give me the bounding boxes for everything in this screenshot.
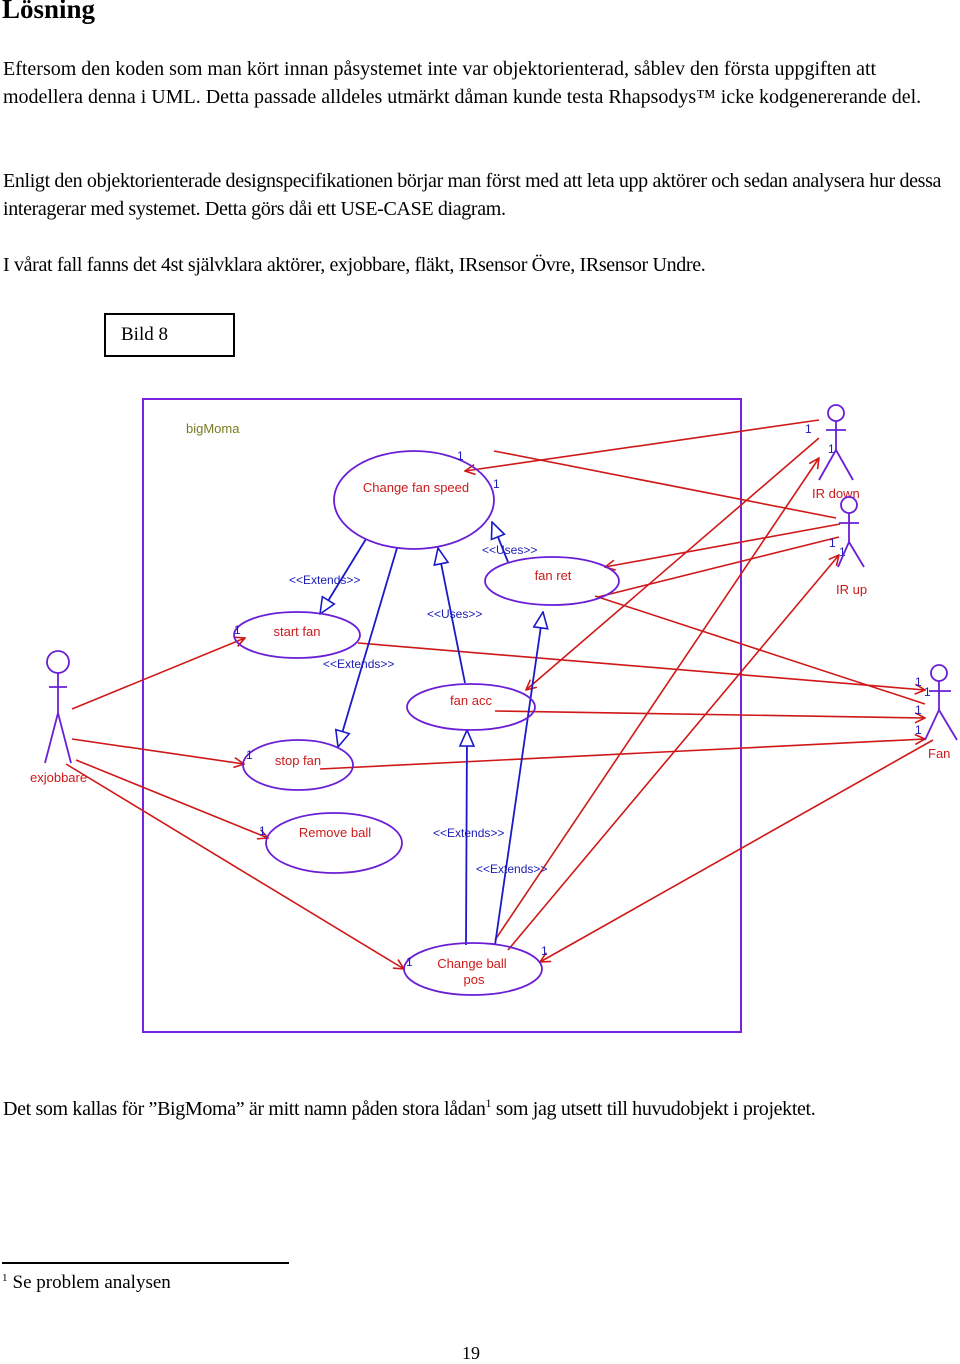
actor-icon (827, 404, 845, 422)
actor-label: exjobbare (30, 770, 87, 785)
multiplicity: 1 (915, 723, 922, 737)
assoc-stopfan-fan (319, 739, 925, 770)
use-case-change-fan-speed[interactable]: Change fan speed (333, 450, 495, 550)
figure-caption-box: Bild 8 (104, 313, 235, 357)
stereotype-extends: <<Extends>> (433, 826, 504, 840)
stereotype-extends: <<Extends>> (323, 657, 394, 671)
assoc-fan-changeballpos (540, 739, 934, 962)
use-case-label: pos (464, 972, 485, 987)
actor-icon (46, 650, 70, 674)
actor-label: Fan (928, 746, 950, 761)
assoc-fanret-fan (594, 595, 926, 705)
use-case-start-fan[interactable]: start fan (233, 611, 361, 659)
use-case-label: stop fan (275, 753, 321, 768)
section-heading: Lösning (2, 0, 96, 24)
multiplicity: 1 (234, 623, 241, 637)
footnote-text: Se problem analysen (12, 1272, 171, 1293)
associations (65, 419, 934, 969)
multiplicity: 1 (406, 955, 413, 969)
use-case-label: fan ret (535, 568, 572, 583)
stereotype-extends: <<Extends>> (289, 573, 360, 587)
multiplicity: 1 (805, 422, 812, 436)
actor-icon (930, 664, 948, 682)
multiplicity: 1 (915, 703, 922, 717)
multiplicity: 1 (259, 824, 266, 838)
footnote-separator (2, 1262, 289, 1264)
footnote-marker: 1 (2, 1272, 8, 1284)
assoc-exjobbare-removeball (75, 759, 268, 838)
method-paragraph: Enligt den objektorienterade designspeci… (3, 170, 942, 220)
intro-paragraph: Eftersom den koden som man kört innan på… (3, 58, 922, 108)
use-case-label: Remove ball (299, 825, 371, 840)
assoc-exjobbare-startfan (71, 638, 245, 710)
actor-exjobbare[interactable]: exjobbare (30, 650, 87, 785)
actor-fan[interactable]: Fan (924, 664, 958, 761)
stereotype-uses: <<Uses>> (427, 607, 482, 621)
multiplicity: 1 (493, 477, 500, 491)
actor-ir-down[interactable]: IR down (812, 404, 860, 501)
use-case-fan-acc[interactable]: fan acc (406, 683, 536, 731)
bigmoma-text-end: som jag utsett till huvudobjekt i projek… (491, 1098, 816, 1120)
bigmoma-text-start: Det som kallas för ”BigMoma” är mitt nam… (3, 1098, 486, 1120)
figure-caption: Bild 8 (121, 324, 168, 345)
use-case-label: Change fan speed (363, 480, 469, 495)
multiplicity: 1 (246, 748, 253, 762)
assoc-changeballpos-irup (507, 555, 839, 951)
assoc-startfan-fan (357, 642, 925, 690)
actor-label: IR up (836, 582, 867, 597)
use-case-label: Change ball (437, 956, 506, 971)
assoc-fanacc-fan (494, 710, 925, 718)
use-case-stop-fan[interactable]: stop fan (242, 739, 354, 791)
actors-paragraph: I vårat fall fanns det 4st självklara ak… (3, 254, 706, 276)
multiplicity: 1 (457, 449, 464, 463)
use-case-diagram: bigMoma Change fan speed fan ret start f… (30, 398, 958, 1033)
use-case-fan-ret[interactable]: fan ret (484, 556, 620, 606)
assoc-irdown-changefanspeed-a (465, 419, 820, 471)
multiplicity: 1 (915, 675, 922, 689)
bigmoma-paragraph: Det som kallas för ”BigMoma” är mitt nam… (3, 1090, 953, 1124)
assoc-irdown-fanacc (526, 437, 820, 690)
use-case-change-ball-pos[interactable]: Change ball pos (403, 942, 543, 996)
page-number: 19 (462, 1343, 480, 1363)
use-case-label: start fan (274, 624, 321, 639)
use-case-remove-ball[interactable]: Remove ball (265, 812, 403, 874)
assoc-exjobbare-changeballpos (65, 763, 404, 969)
extends-changeballpos-fanret (494, 612, 543, 946)
assoc-exjobbare-stopfan (71, 738, 244, 764)
use-case-label: fan acc (450, 693, 492, 708)
multiplicity: 1 (541, 944, 548, 958)
footnote: 1 Se problem analysen (2, 1272, 171, 1294)
stereotype-extends: <<Extends>> (476, 862, 547, 876)
multiplicity: 1 (924, 685, 931, 699)
stereotype-uses: <<Uses>> (482, 543, 537, 557)
system-name: bigMoma (186, 421, 240, 436)
multiplicity: 1 (829, 536, 836, 550)
